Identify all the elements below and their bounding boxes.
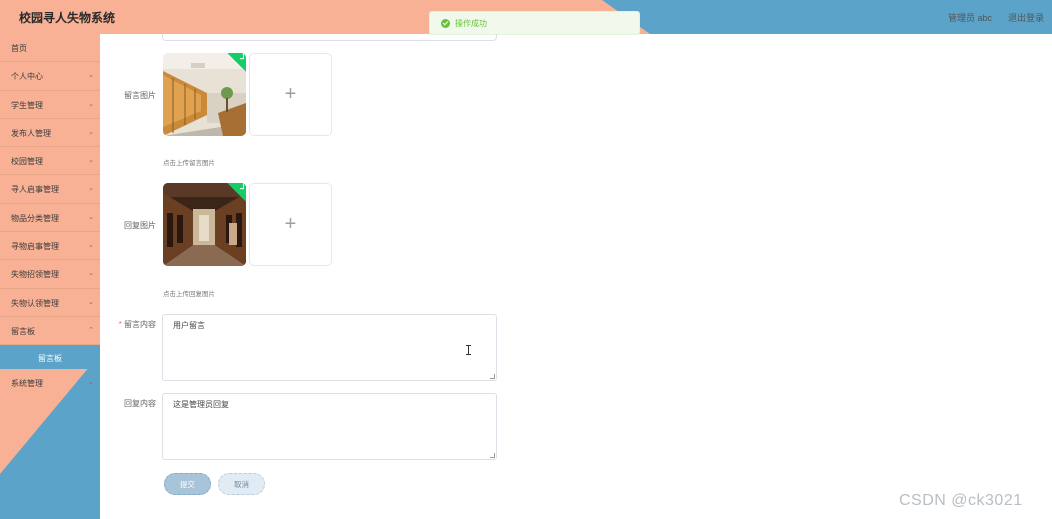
image1-upload-hint: 点击上传留言图片: [163, 160, 215, 167]
chevron-down-icon: ⌄: [88, 128, 94, 136]
plus-icon: +: [284, 213, 297, 235]
message-label: * 留言内容: [108, 319, 156, 330]
message-label-text: 留言内容: [124, 320, 156, 329]
reply-label: 回复内容: [124, 399, 156, 408]
sidebar-item-profile[interactable]: 个人中心 ⌄: [0, 62, 100, 91]
sidebar-item-publishers[interactable]: 发布人管理 ⌄: [0, 119, 100, 148]
current-user: 管理员 abc: [948, 13, 993, 23]
plus-icon: +: [284, 83, 297, 105]
image1-preview: [163, 53, 246, 136]
sidebar-item-message-board[interactable]: 留言板 ⌃: [0, 317, 100, 346]
chevron-down-icon: ⌄: [88, 379, 94, 387]
sidebar-item-label: 失物认领管理: [11, 298, 59, 308]
watermark: CSDN @ck3021: [899, 492, 1023, 509]
sidebar-subitem-message-board[interactable]: 留言板: [0, 345, 100, 370]
logout-link[interactable]: 退出登录: [1008, 11, 1044, 24]
reply-textarea[interactable]: 这是管理员回复: [162, 393, 497, 460]
sidebar-item-missing-persons[interactable]: 寻人启事管理 ⌄: [0, 175, 100, 204]
chevron-down-icon: ⌄: [88, 298, 94, 306]
sidebar-item-label: 首页: [11, 44, 27, 53]
submit-button[interactable]: 提交: [164, 473, 211, 495]
resize-handle[interactable]: [490, 374, 495, 379]
chevron-down-icon: ⌄: [88, 185, 94, 193]
sidebar-item-campus[interactable]: 校园管理 ⌄: [0, 147, 100, 176]
sidebar-item-home[interactable]: 首页: [0, 34, 100, 63]
uploaded-image-thumbnail[interactable]: [163, 183, 246, 266]
image2-upload-button[interactable]: +: [249, 183, 332, 266]
image1-label: 留言图片: [124, 91, 156, 100]
sidebar-item-students[interactable]: 学生管理 ⌄: [0, 91, 100, 119]
sidebar-item-label: 寻人启事管理: [11, 185, 59, 195]
sidebar-item-item-categories[interactable]: 物品分类管理 ⌄: [0, 204, 100, 233]
previous-field-input[interactable]: [162, 34, 497, 41]
chevron-up-icon: ⌃: [88, 326, 94, 334]
sidebar-item-found-items[interactable]: 失物招领管理 ⌄: [0, 260, 100, 289]
image2-preview: [163, 183, 246, 266]
chevron-down-icon: ⌄: [88, 72, 94, 80]
resize-handle[interactable]: [490, 453, 495, 458]
toast-message: 操作成功: [455, 19, 487, 28]
success-toast: 操作成功: [429, 11, 640, 35]
message-value: 用户留言: [173, 321, 205, 330]
chevron-down-icon: ⌄: [88, 157, 94, 165]
sidebar: 首页 个人中心 ⌄ 学生管理 ⌄ 发布人管理 ⌄ 校园管理 ⌄ 寻人启事管理 ⌄…: [0, 34, 100, 519]
sidebar-item-label: 留言板: [11, 326, 35, 336]
chevron-down-icon: ⌄: [88, 100, 94, 108]
chevron-down-icon: ⌄: [88, 242, 94, 250]
sidebar-item-label: 寻物启事管理: [11, 242, 59, 252]
sidebar-item-label: 校园管理: [11, 157, 43, 167]
sidebar-item-label: 发布人管理: [11, 128, 51, 138]
sidebar-item-label: 个人中心: [11, 72, 43, 82]
sidebar-item-label: 留言板: [38, 354, 62, 364]
sidebar-menu: 首页 个人中心 ⌄ 学生管理 ⌄ 发布人管理 ⌄ 校园管理 ⌄ 寻人启事管理 ⌄…: [0, 34, 100, 398]
sidebar-item-claims[interactable]: 失物认领管理 ⌄: [0, 289, 100, 317]
sidebar-item-system[interactable]: 系统管理 ⌄: [0, 369, 100, 397]
sidebar-item-label: 物品分类管理: [11, 213, 59, 223]
chevron-down-icon: ⌄: [88, 270, 94, 278]
text-cursor-icon: [466, 345, 473, 355]
sidebar-item-label: 失物招领管理: [11, 270, 59, 280]
uploaded-image-thumbnail[interactable]: [163, 53, 246, 136]
app-title: 校园寻人失物系统: [19, 11, 116, 25]
check-circle-icon: [441, 19, 450, 28]
sidebar-item-lost-items[interactable]: 寻物启事管理 ⌄: [0, 232, 100, 261]
image2-upload-hint: 点击上传回复图片: [163, 291, 215, 298]
image2-label: 回复图片: [124, 221, 156, 230]
message-textarea[interactable]: 用户留言: [162, 314, 497, 381]
chevron-down-icon: ⌄: [88, 213, 94, 221]
reply-value: 这是管理员回复: [173, 400, 229, 409]
sidebar-item-label: 学生管理: [11, 100, 43, 110]
image1-upload-button[interactable]: +: [249, 53, 332, 136]
cancel-button[interactable]: 取消: [218, 473, 265, 495]
sidebar-item-label: 系统管理: [11, 379, 43, 389]
